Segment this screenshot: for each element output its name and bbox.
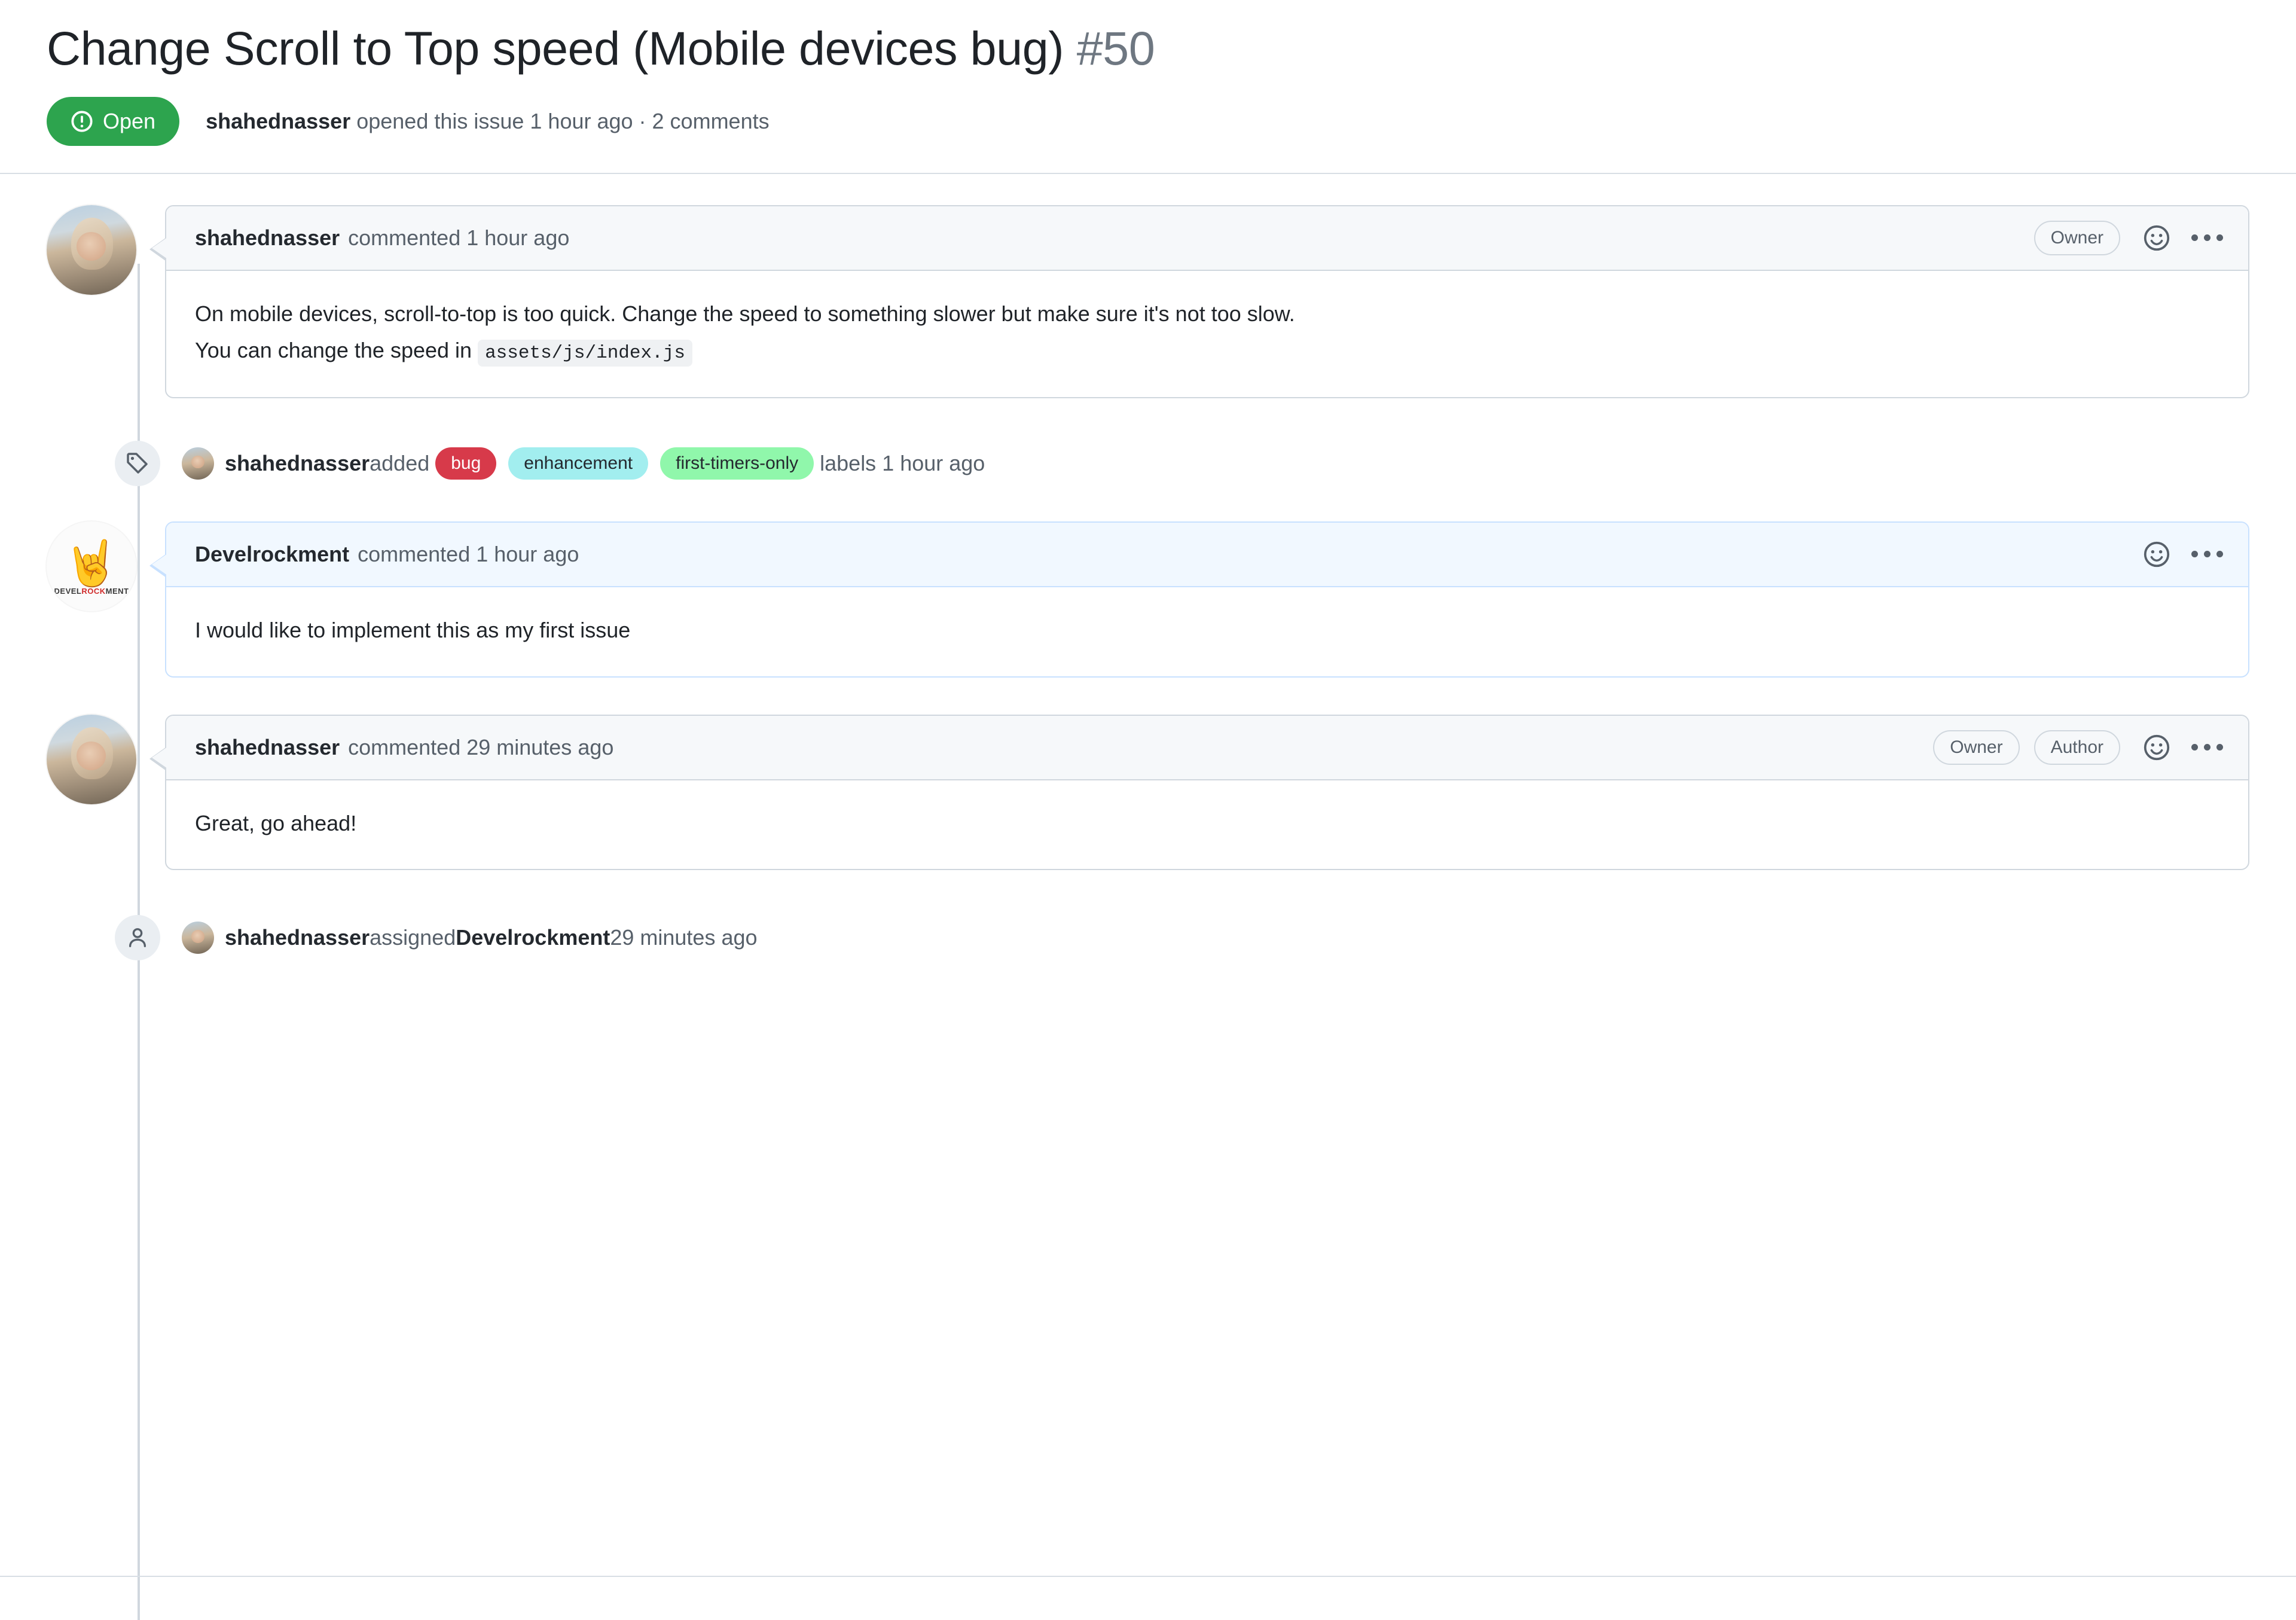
comment-timestamp: commented 1 hour ago (348, 225, 570, 250)
comment-author[interactable]: Develrockment (195, 542, 349, 567)
event-actor[interactable]: shahednasser (225, 451, 370, 476)
label-chip-enhancement[interactable]: enhancement (508, 447, 649, 480)
issue-timeline: shahednasser commented 1 hour ago Owner (47, 174, 2249, 1620)
event-suffix: 29 minutes ago (610, 925, 758, 950)
role-badge-author: Author (2034, 730, 2120, 765)
issue-meta-author[interactable]: shahednasser (206, 109, 350, 133)
event-verb: added (370, 450, 430, 475)
bottom-divider (0, 1576, 2296, 1577)
issue-meta-text: shahednasser opened this issue 1 hour ag… (206, 109, 770, 134)
issue-opened-icon (71, 110, 93, 133)
comment-author[interactable]: shahednasser (195, 225, 340, 251)
event-text: shahednasser assigned Develrockment 29 m… (182, 922, 758, 954)
event-verb: assigned (370, 925, 456, 950)
timeline-event-labeled: shahednasser added bug enhancement first… (47, 419, 2249, 508)
comment-text-prefix: You can change the speed in (195, 337, 478, 362)
issue-number: #50 (1076, 22, 1155, 75)
comment-author[interactable]: shahednasser (195, 735, 340, 760)
mini-avatar[interactable] (182, 922, 214, 954)
timeline-comment-1: shahednasser commented 1 hour ago Owner (47, 205, 2249, 398)
inline-code: assets/js/index.js (478, 339, 692, 367)
comment-paragraph-with-code: You can change the speed in assets/js/in… (195, 334, 2219, 368)
label-chip-bug[interactable]: bug (435, 447, 497, 480)
event-actor[interactable]: shahednasser (225, 925, 370, 950)
comment-paragraph: Great, go ahead! (195, 810, 357, 835)
avatar-wordmark: DEVELROCKMENT (54, 586, 129, 596)
event-assignee[interactable]: Develrockment (456, 925, 610, 950)
issue-title-text: Change Scroll to Top speed (Mobile devic… (47, 22, 1064, 75)
comment-header: shahednasser commented 29 minutes ago Ow… (166, 715, 2248, 780)
comment-header: shahednasser commented 1 hour ago Owner (166, 206, 2248, 271)
rock-hand-icon: 🤘 (63, 538, 120, 588)
timeline-comment-3: shahednasser commented 29 minutes ago Ow… (47, 714, 2249, 871)
comment-box: shahednasser commented 29 minutes ago Ow… (149, 714, 2249, 871)
comment-body: I would like to implement this as my fir… (166, 587, 2248, 676)
label-chip-first-timers-only[interactable]: first-timers-only (660, 447, 814, 480)
role-badge-owner: Owner (1933, 730, 2020, 765)
role-badge-owner: Owner (2034, 220, 2120, 255)
comment-body: On mobile devices, scroll-to-top is too … (166, 271, 2248, 397)
avatar[interactable] (47, 205, 136, 295)
mini-avatar[interactable] (182, 447, 214, 480)
smiley-icon[interactable] (2141, 538, 2173, 570)
comment-paragraph: On mobile devices, scroll-to-top is too … (195, 301, 1295, 326)
avatar[interactable]: 🤘 DEVELROCKMENT (47, 521, 136, 611)
event-suffix: labels 1 hour ago (820, 450, 985, 475)
issue-meta-rest: opened this issue 1 hour ago · 2 comment… (350, 108, 770, 133)
kebab-horizontal-icon[interactable] (2191, 731, 2223, 764)
issue-page: Change Scroll to Top speed (Mobile devic… (0, 0, 2296, 1620)
kebab-horizontal-icon[interactable] (2191, 222, 2223, 254)
comment-header: Develrockment commented 1 hour ago (166, 522, 2248, 587)
kebab-horizontal-icon[interactable] (2191, 538, 2223, 570)
status-badge: Open (47, 96, 180, 146)
comment-timestamp: commented 1 hour ago (358, 541, 579, 566)
event-text: shahednasser added bug enhancement first… (182, 447, 985, 480)
comment-box: Develrockment commented 1 hour ago I wou… (149, 521, 2249, 678)
comment-body: Great, go ahead! (166, 780, 2248, 870)
issue-meta-row: Open shahednasser opened this issue 1 ho… (47, 96, 2249, 147)
status-badge-label: Open (103, 108, 156, 133)
smiley-icon[interactable] (2141, 731, 2173, 764)
page-title: Change Scroll to Top speed (Mobile devic… (47, 0, 2249, 76)
smiley-icon[interactable] (2141, 222, 2173, 254)
comment-box: shahednasser commented 1 hour ago Owner (149, 205, 2249, 398)
timeline-comment-2: 🤘 DEVELROCKMENT Develrockment commented … (47, 521, 2249, 678)
comment-paragraph: I would like to implement this as my fir… (195, 617, 631, 642)
comment-timestamp: commented 29 minutes ago (348, 734, 614, 759)
timeline-event-assigned: shahednasser assigned Develrockment 29 m… (47, 893, 2249, 983)
person-icon (115, 915, 160, 961)
tag-icon (115, 440, 160, 486)
avatar[interactable] (47, 714, 136, 804)
